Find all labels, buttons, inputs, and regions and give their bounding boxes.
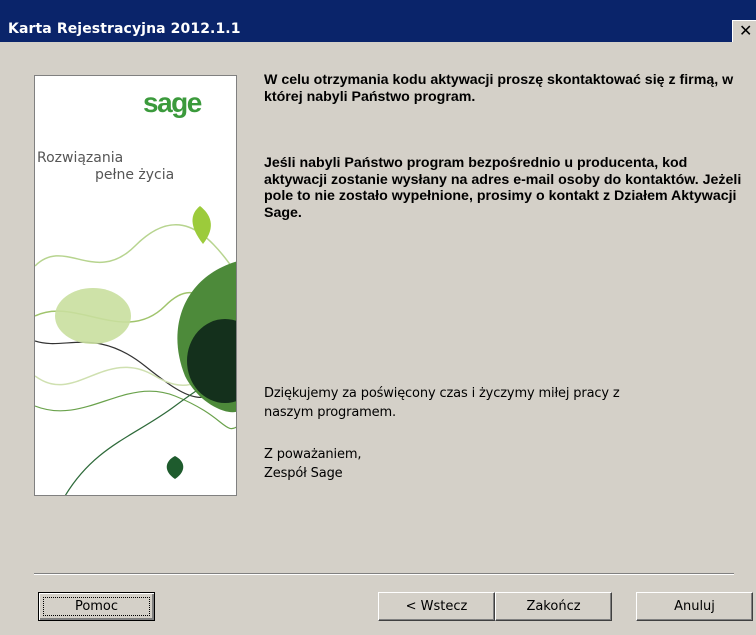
- window-title: Karta Rejestracyjna 2012.1.1: [8, 21, 241, 37]
- regards-line-1: Z poważaniem,: [264, 447, 362, 462]
- sidebar-banner: sage Rozwiązania pełne życia: [34, 75, 237, 496]
- leaf-shape-light: [55, 288, 131, 344]
- thanks-text: Dziękujemy za poświęcony czas i życzymy …: [264, 384, 744, 422]
- cancel-button[interactable]: Anuluj: [636, 592, 753, 621]
- thanks-line-2: naszym programem.: [264, 405, 397, 420]
- instructions-paragraph-2: Jeśli nabyli Państwo program bezpośredni…: [264, 155, 742, 221]
- cancel-button-label: Anuluj: [674, 598, 715, 614]
- dialog-window: Karta Rejestracyjna 2012.1.1 ✕ sage Rozw…: [0, 0, 756, 635]
- leaf-drop: [166, 456, 184, 479]
- button-separator: [34, 573, 734, 575]
- instructions-paragraph-1: W celu otrzymania kodu aktywacji proszę …: [264, 72, 734, 105]
- decorative-art: [35, 206, 236, 495]
- tagline-line1: Rozwiązania: [37, 150, 124, 166]
- title-bar[interactable]: Karta Rejestracyjna 2012.1.1 ✕: [0, 0, 756, 42]
- thanks-line-1: Dziękujemy za poświęcony czas i życzymy …: [264, 386, 620, 401]
- close-button[interactable]: ✕: [732, 20, 756, 42]
- help-button-label: Pomoc: [74, 598, 119, 614]
- leaf-shape-green: [192, 206, 211, 244]
- regards-text: Z poważaniem, Zespół Sage: [264, 445, 744, 483]
- regards-line-2: Zespół Sage: [264, 466, 343, 481]
- back-button-label: < Wstecz: [405, 598, 468, 614]
- tagline-line2: pełne życia: [95, 167, 175, 183]
- close-icon: ✕: [739, 21, 753, 40]
- sage-logo: sage: [143, 87, 202, 118]
- back-button[interactable]: < Wstecz: [378, 592, 495, 621]
- help-button[interactable]: Pomoc: [38, 592, 155, 621]
- finish-button[interactable]: Zakończ: [495, 592, 612, 621]
- finish-button-label: Zakończ: [526, 598, 581, 614]
